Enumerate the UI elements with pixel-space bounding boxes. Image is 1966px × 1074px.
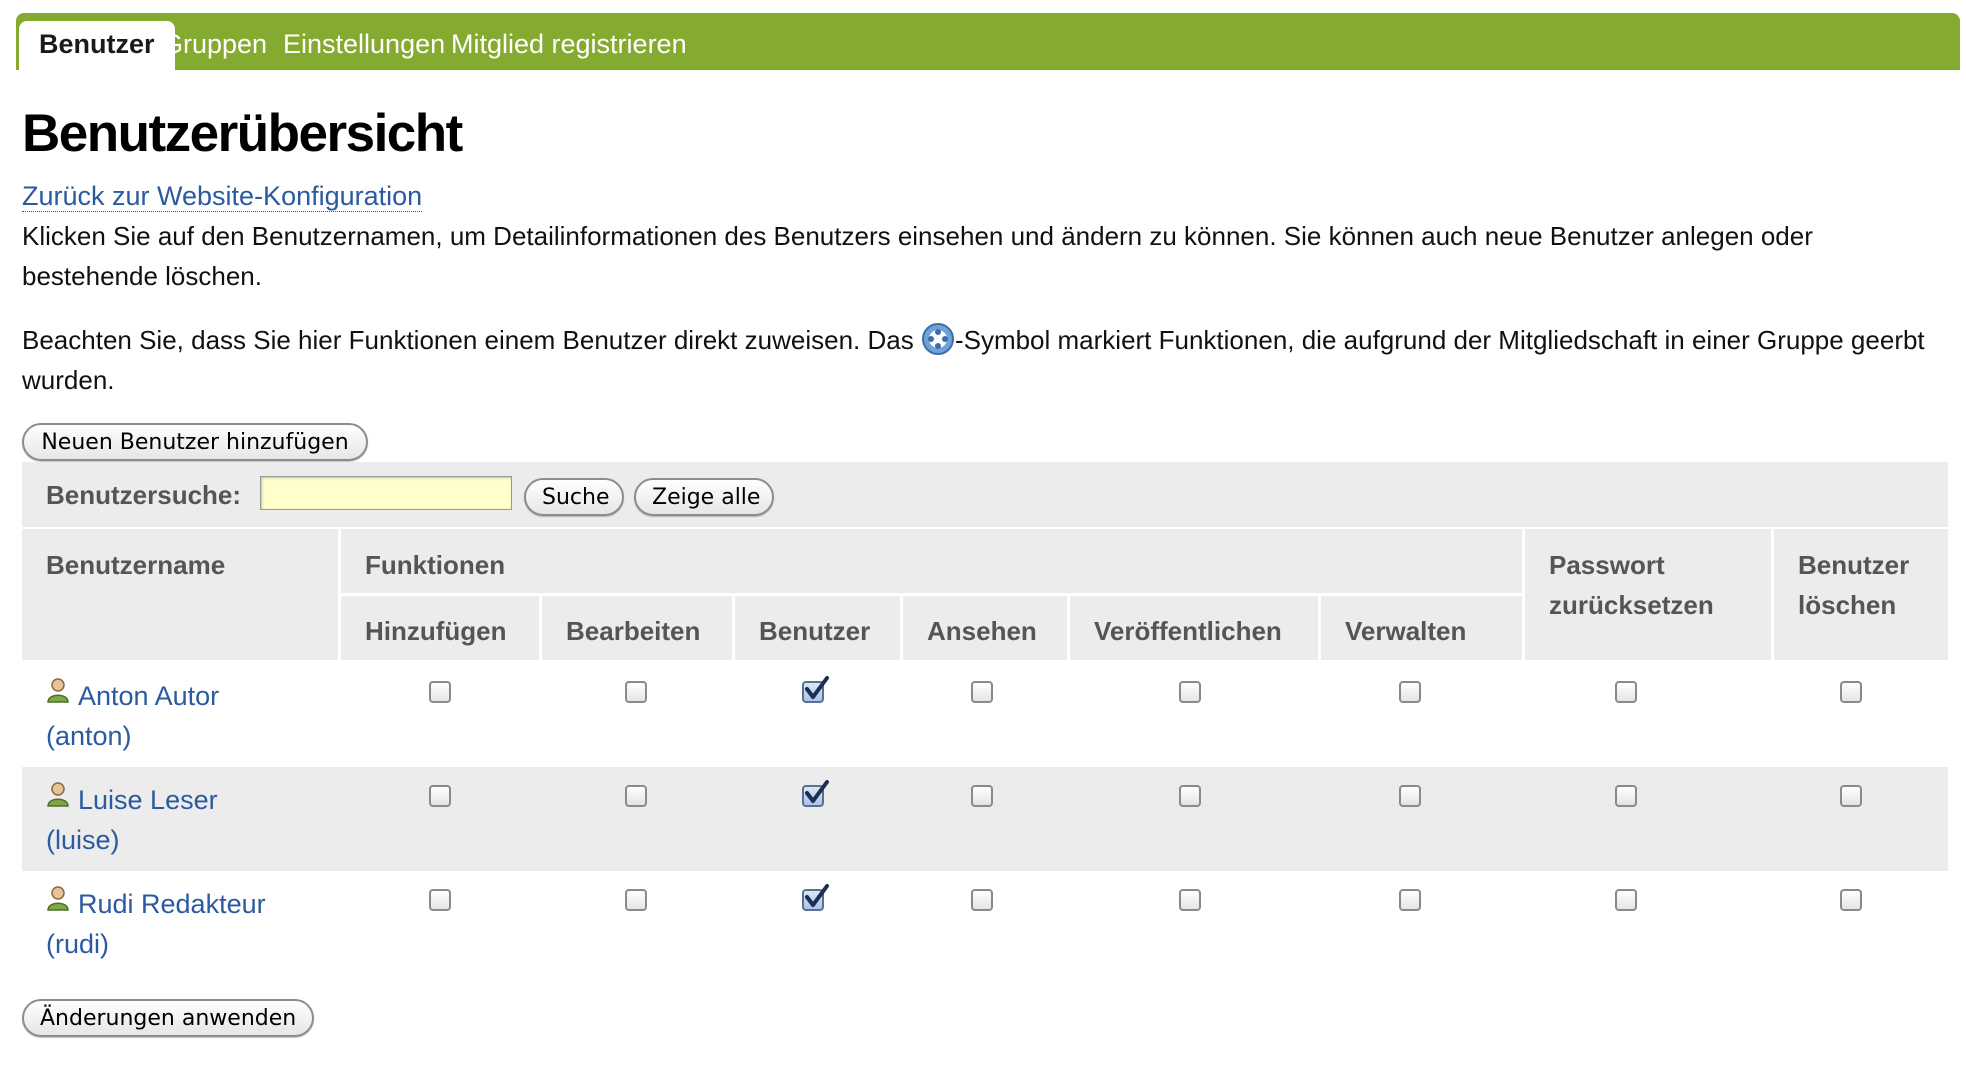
role-checkbox-hinzufuegen[interactable]: [429, 681, 451, 703]
delete-user-checkbox[interactable]: [1840, 681, 1862, 703]
col-header-role-ansehen: Ansehen: [903, 596, 1067, 660]
role-checkbox-veroeffentlichen[interactable]: [1179, 785, 1201, 807]
col-header-username: Benutzername: [22, 529, 338, 660]
role-checkbox-verwalten[interactable]: [1399, 785, 1421, 807]
role-checkbox-bearbeiten[interactable]: [625, 889, 647, 911]
intro-text: Klicken Sie auf den Benutzernamen, um De…: [22, 221, 1813, 291]
reset-password-checkbox[interactable]: [1615, 681, 1637, 703]
user-search-bar: Benutzersuche: Suche Zeige alle: [22, 462, 1948, 527]
user-icon: [46, 674, 70, 703]
col-header-role-veroeffentlichen: Veröffentlichen: [1070, 596, 1318, 660]
user-name-cell: Anton Autor (anton): [46, 674, 346, 756]
inherited-note: Beachten Sie, dass Sie hier Funktionen e…: [22, 320, 1942, 400]
role-checkbox-bearbeiten[interactable]: [625, 681, 647, 703]
user-name-link[interactable]: Rudi Redakteur: [78, 889, 266, 919]
role-checkbox-verwalten[interactable]: [1399, 889, 1421, 911]
col-header-roles: Funktionen: [341, 529, 1522, 593]
user-icon: [46, 882, 70, 911]
delete-user-checkbox[interactable]: [1840, 889, 1862, 911]
col-header-delete-user: Benutzer löschen: [1774, 529, 1948, 660]
role-checkbox-ansehen[interactable]: [971, 785, 993, 807]
user-login-link[interactable]: (luise): [46, 825, 120, 855]
page-title: Benutzerübersicht: [22, 104, 463, 163]
role-checkbox-hinzufuegen[interactable]: [429, 785, 451, 807]
user-name-cell: Luise Leser (luise): [46, 778, 346, 860]
user-search-label: Benutzersuche:: [46, 480, 242, 510]
table-row: Luise Leser (luise): [22, 767, 1948, 871]
role-checkbox-veroeffentlichen[interactable]: [1179, 889, 1201, 911]
table-row: Anton Autor (anton): [22, 663, 1948, 767]
apply-changes-button[interactable]: Änderungen anwenden: [22, 999, 314, 1037]
user-search-input[interactable]: [260, 476, 512, 510]
role-checkbox-ansehen[interactable]: [971, 889, 993, 911]
note-text-before: Beachten Sie, dass Sie hier Funktionen e…: [22, 325, 921, 355]
role-checkbox-hinzufuegen[interactable]: [429, 889, 451, 911]
role-checkbox-benutzer[interactable]: [802, 780, 829, 807]
col-header-role-verwalten: Verwalten: [1321, 596, 1522, 660]
table-row: Rudi Redakteur (rudi): [22, 871, 1948, 975]
role-checkbox-ansehen[interactable]: [971, 681, 993, 703]
role-checkbox-benutzer[interactable]: [802, 676, 829, 703]
tab-mitglied-registrieren[interactable]: Mitglied registrieren: [451, 21, 687, 70]
user-name-link[interactable]: Luise Leser: [78, 785, 218, 815]
tab-benutzer[interactable]: Benutzer: [19, 21, 175, 70]
reset-password-checkbox[interactable]: [1615, 785, 1637, 807]
col-header-role-bearbeiten: Bearbeiten: [542, 596, 732, 660]
reset-password-checkbox[interactable]: [1615, 889, 1637, 911]
user-icon: [46, 778, 70, 807]
add-user-button[interactable]: Neuen Benutzer hinzufügen: [22, 423, 368, 461]
col-header-role-hinzufuegen: Hinzufügen: [341, 596, 539, 660]
search-button[interactable]: Suche: [524, 478, 624, 516]
back-to-site-config-link[interactable]: Zurück zur Website-Konfiguration: [22, 181, 423, 212]
user-name-link[interactable]: Anton Autor: [78, 681, 219, 711]
role-checkbox-bearbeiten[interactable]: [625, 785, 647, 807]
role-checkbox-verwalten[interactable]: [1399, 681, 1421, 703]
show-all-button[interactable]: Zeige alle: [634, 478, 774, 516]
user-login-link[interactable]: (anton): [46, 721, 132, 751]
col-header-role-benutzer: Benutzer: [735, 596, 900, 660]
tab-bar: Benutzer Gruppen Einstellungen Mitglied …: [16, 13, 1960, 70]
role-checkbox-benutzer[interactable]: [802, 884, 829, 911]
user-name-cell: Rudi Redakteur (rudi): [46, 882, 346, 964]
user-login-link[interactable]: (rudi): [46, 929, 109, 959]
role-checkbox-veroeffentlichen[interactable]: [1179, 681, 1201, 703]
col-header-reset-password: Passwort zurücksetzen: [1525, 529, 1771, 660]
inherited-role-icon: [921, 322, 955, 356]
tab-einstellungen[interactable]: Einstellungen: [283, 21, 445, 70]
delete-user-checkbox[interactable]: [1840, 785, 1862, 807]
tab-gruppen[interactable]: Gruppen: [162, 21, 267, 70]
